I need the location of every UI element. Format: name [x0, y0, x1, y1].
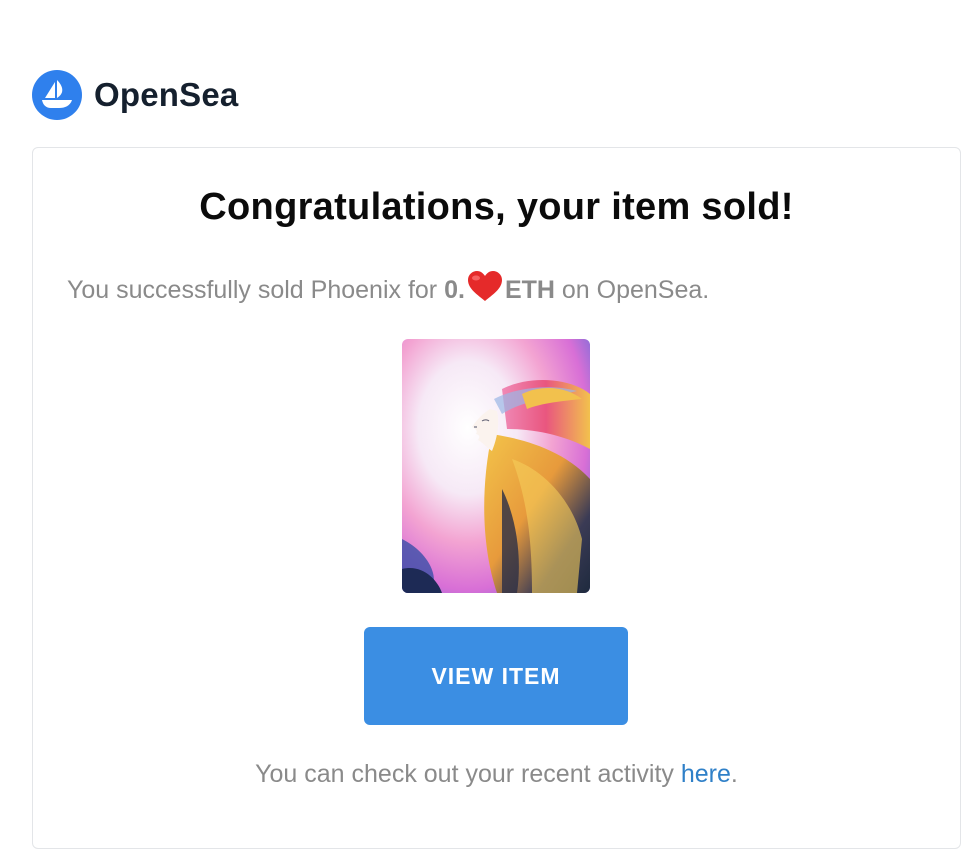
activity-suffix: .: [730, 760, 738, 788]
sold-message-suffix: on OpenSea.: [554, 276, 710, 304]
opensea-logo[interactable]: OpenSea: [32, 69, 238, 121]
activity-prefix: You can check out your recent activity: [255, 760, 681, 788]
view-item-button[interactable]: VIEW ITEM: [364, 627, 628, 725]
sold-message-prefix: You successfully sold Phoenix for: [67, 276, 445, 304]
brand-name: OpenSea: [94, 76, 239, 113]
activity-here-link[interactable]: here: [681, 760, 731, 788]
nft-artwork-phoenix[interactable]: [402, 339, 590, 593]
opensea-ship-icon: [32, 70, 82, 120]
currency: ETH: [504, 276, 555, 304]
sold-message: You successfully sold Phoenix for 0. ETH …: [67, 270, 709, 309]
sold-headline: Congratulations, your item sold!: [199, 186, 794, 228]
price-prefix: 0.: [444, 276, 465, 304]
activity-message: You can check out your recent activity h…: [0, 760, 977, 789]
heart-icon: [466, 270, 504, 309]
